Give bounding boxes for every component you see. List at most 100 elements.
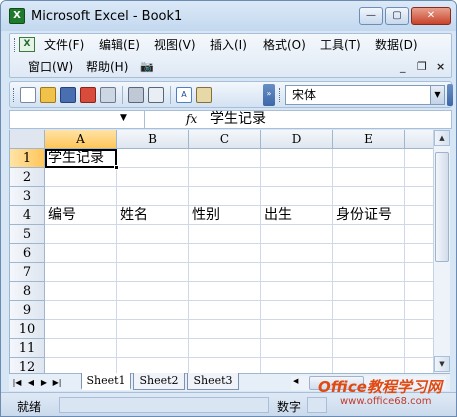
standard-toolbar: A » 宋体 ▼ [9,81,453,108]
workbook-icon[interactable]: X [19,37,35,52]
tab-sheet3[interactable]: Sheet3 [187,373,239,390]
cell-c4[interactable]: 性别 [192,206,220,225]
menu-help[interactable]: 帮助(H) [86,58,128,76]
formatting-toolbar-chevron[interactable] [447,84,453,106]
row-header-6[interactable]: 6 [10,244,45,263]
excel-icon[interactable]: X [9,8,25,24]
status-ready: 就绪 [17,400,42,414]
status-pane [59,397,269,413]
next-sheet-icon[interactable]: ▶ [38,376,50,389]
minimize-button[interactable]: — [359,7,383,25]
spelling-icon[interactable]: A [176,87,192,103]
title-bar[interactable]: X Microsoft Excel - Book1 — ▢ ✕ [1,1,456,31]
toolbar-options-chevron[interactable]: » [263,84,275,106]
row-header-1[interactable]: 1 [10,149,45,168]
gridline [188,149,189,373]
scroll-down-icon[interactable]: ▼ [434,356,450,372]
menu-format[interactable]: 格式(O) [263,36,306,54]
cell-b4[interactable]: 姓名 [120,206,148,225]
column-header-d[interactable]: D [261,130,333,149]
row-header-5[interactable]: 5 [10,225,45,244]
scroll-left-icon[interactable]: ◀ [293,377,298,385]
window-title: Microsoft Excel - Book1 [31,9,183,24]
new-document-icon[interactable] [20,87,36,103]
gridline [332,149,333,373]
watermark-url: www.office68.com [340,396,432,407]
font-name-select[interactable]: 宋体 ▼ [285,85,445,105]
permission-icon[interactable] [80,87,96,103]
cell-a4[interactable]: 编号 [48,206,76,225]
column-header-a[interactable]: A [45,130,117,149]
tab-sheet2[interactable]: Sheet2 [133,373,185,390]
email-icon[interactable] [100,87,116,103]
column-header-b[interactable]: B [117,130,189,149]
cell-d4[interactable]: 出生 [264,206,292,225]
chevron-down-icon[interactable]: ▼ [120,113,127,123]
vertical-scrollbar[interactable]: ▲ ▼ [433,130,450,373]
row-header-4[interactable]: 4 [10,206,45,225]
doc-minimize-button[interactable]: _ [400,60,406,73]
scroll-up-icon[interactable]: ▲ [434,130,450,146]
maximize-button[interactable]: ▢ [385,7,409,25]
menu-tools[interactable]: 工具(T) [320,36,361,54]
save-icon[interactable] [60,87,76,103]
print-preview-icon[interactable] [148,87,164,103]
first-sheet-icon[interactable]: |◀ [11,376,23,389]
gridline [45,281,433,282]
close-button[interactable]: ✕ [411,7,451,25]
row-header-2[interactable]: 2 [10,168,45,187]
menu-window[interactable]: 窗口(W) [28,58,73,76]
tab-sheet1[interactable]: Sheet1 [81,373,131,390]
formatting-toolbar-grip[interactable] [279,88,282,102]
formula-bar: ▼ fx 学生记录 [9,110,452,129]
gridline [45,300,433,301]
toolbar-separator [170,86,171,104]
gridline [45,338,433,339]
cell-e4[interactable]: 身份证号 [336,206,392,225]
menu-insert[interactable]: 插入(I) [210,36,247,54]
gridline [116,149,117,373]
row-header-12[interactable]: 12 [10,358,45,373]
name-box[interactable]: ▼ [10,111,145,128]
insert-function-icon[interactable]: fx [186,112,197,126]
gridline [45,319,433,320]
row-header-10[interactable]: 10 [10,320,45,339]
status-num-lock: 数字 [277,400,302,414]
select-all-corner[interactable] [10,130,45,149]
row-header-8[interactable]: 8 [10,282,45,301]
menu-data[interactable]: 数据(D) [375,36,418,54]
gridline [260,149,261,373]
menu-view[interactable]: 视图(V) [154,36,196,54]
formula-input[interactable]: 学生记录 [210,111,266,128]
row-header-9[interactable]: 9 [10,301,45,320]
column-header-f[interactable] [405,130,433,149]
prev-sheet-icon[interactable]: ◀ [25,376,37,389]
active-cell-border [45,149,117,168]
menu-edit[interactable]: 编辑(E) [99,36,140,54]
print-icon[interactable] [128,87,144,103]
excel-window: X Microsoft Excel - Book1 — ▢ ✕ X 文件(F) … [0,0,457,417]
camera-icon[interactable]: 📷 [140,58,154,76]
site-watermark: Office教程学习网 www.office68.com [316,372,456,414]
gridline [45,357,433,358]
menu-grip[interactable] [14,38,17,52]
research-icon[interactable] [196,87,212,103]
doc-restore-button[interactable]: ❐ [417,60,427,73]
chevron-down-icon[interactable]: ▼ [430,86,444,104]
row-header-7[interactable]: 7 [10,263,45,282]
gridline [45,186,433,187]
worksheet-grid[interactable]: A B C D E 1 2 3 4 5 6 7 8 9 10 11 12 学生记… [9,130,433,373]
open-folder-icon[interactable] [40,87,56,103]
column-header-c[interactable]: C [189,130,261,149]
last-sheet-icon[interactable]: ▶| [51,376,63,389]
row-header-3[interactable]: 3 [10,187,45,206]
column-header-e[interactable]: E [333,130,405,149]
toolbar-grip[interactable] [13,88,16,102]
doc-close-button[interactable]: × [436,60,445,73]
fill-handle[interactable] [114,165,119,170]
row-header-11[interactable]: 11 [10,339,45,358]
gridline [45,243,433,244]
menu-bar: X 文件(F) 编辑(E) 视图(V) 插入(I) 格式(O) 工具(T) 数据… [9,33,452,78]
vertical-scroll-thumb[interactable] [435,152,449,262]
menu-file[interactable]: 文件(F) [44,36,84,54]
